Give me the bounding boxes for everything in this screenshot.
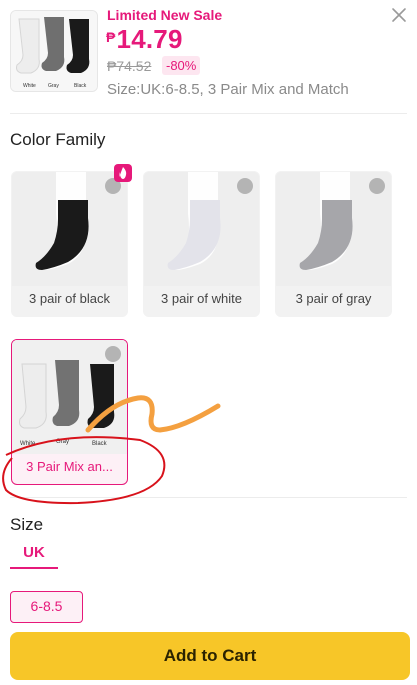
size-title: Size: [10, 515, 44, 534]
color-option-mix[interactable]: White Gray Black 3 Pair Mix an...: [11, 339, 128, 485]
color-option-black[interactable]: 3 pair of black: [11, 171, 128, 317]
product-header: White Gray Black Limited New Sale ₱14.79…: [0, 0, 417, 110]
color-family-title: Color Family: [10, 130, 106, 149]
mix-label-white: White: [20, 441, 36, 447]
color-option-label: 3 Pair Mix an...: [26, 459, 113, 474]
mix-label-gray: Gray: [56, 439, 69, 445]
add-to-cart-button[interactable]: Add to Cart: [10, 632, 410, 680]
close-icon: [392, 8, 406, 22]
thumb-label-black: Black: [74, 83, 87, 89]
thumb-label-white: White: [23, 83, 36, 89]
size-tab-uk[interactable]: UK: [10, 544, 58, 561]
expand-icon[interactable]: [237, 178, 253, 194]
divider: [10, 497, 407, 498]
expand-icon[interactable]: [369, 178, 385, 194]
color-option-gray[interactable]: 3 pair of gray: [275, 171, 392, 317]
fire-icon: [114, 164, 132, 182]
color-option-white[interactable]: 3 pair of white: [143, 171, 260, 317]
color-option-label: 3 pair of black: [29, 291, 110, 306]
expand-icon[interactable]: [105, 346, 121, 362]
price: ₱14.79: [106, 24, 183, 55]
close-button[interactable]: [388, 4, 410, 26]
mix-label-black: Black: [92, 441, 108, 447]
selected-variant-summary: Size:UK:6-8.5, 3 Pair Mix and Match: [107, 81, 349, 98]
size-tab-underline: [10, 567, 58, 569]
three-socks-image: White Gray Black: [11, 11, 97, 91]
sale-label: Limited New Sale: [107, 7, 223, 23]
price-currency: ₱: [106, 29, 116, 45]
thumb-label-gray: Gray: [48, 83, 59, 89]
product-thumbnail: White Gray Black: [10, 10, 98, 92]
original-price: ₱74.52: [107, 58, 152, 74]
price-value: 14.79: [116, 24, 183, 54]
color-option-label: 3 pair of white: [161, 291, 242, 306]
size-option-6-8-5[interactable]: 6-8.5: [10, 591, 83, 623]
discount-badge: -80%: [162, 56, 201, 75]
divider: [10, 113, 407, 114]
color-option-label: 3 pair of gray: [295, 291, 372, 306]
